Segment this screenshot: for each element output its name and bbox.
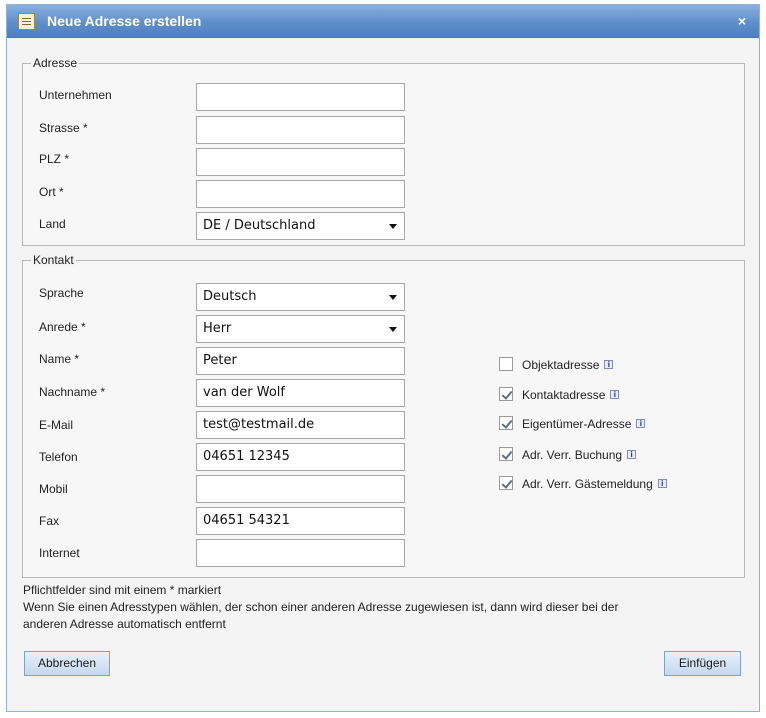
city-input[interactable] xyxy=(196,180,405,208)
mobile-label: Mobil xyxy=(39,482,68,496)
billing-booking-checkbox[interactable] xyxy=(499,447,513,461)
first-name-input[interactable]: Peter xyxy=(196,347,405,375)
country-value: DE / Deutschland xyxy=(203,218,316,233)
email-label: E-Mail xyxy=(39,418,74,432)
city-label: Ort * xyxy=(39,185,64,199)
country-select[interactable]: DE / Deutschland xyxy=(196,212,405,240)
info-icon[interactable]: i xyxy=(636,419,646,428)
object-address-checkbox[interactable] xyxy=(499,357,513,371)
zip-input[interactable] xyxy=(196,148,405,176)
website-label: Internet xyxy=(39,546,80,560)
address-type-note-line1: Wenn Sie einen Adresstypen wählen, der s… xyxy=(23,600,619,614)
address-type-note-line2: anderen Adresse automatisch entfernt xyxy=(23,617,226,631)
company-label: Unternehmen xyxy=(39,88,112,102)
object-address-label: Objektadresse xyxy=(522,358,600,372)
language-select[interactable]: Deutsch xyxy=(196,283,405,311)
dialog-title: Neue Adresse erstellen xyxy=(47,13,202,29)
chevron-down-icon xyxy=(389,327,397,332)
zip-label: PLZ * xyxy=(39,152,70,166)
phone-label: Telefon xyxy=(39,450,78,464)
first-name-label: Name * xyxy=(39,352,80,366)
insert-button[interactable]: Einfügen xyxy=(664,651,741,676)
mobile-input[interactable] xyxy=(196,475,405,503)
new-address-dialog: Neue Adresse erstellen × Adresse Unterne… xyxy=(6,4,760,712)
address-section: Adresse Unternehmen Strasse * PLZ * Ort … xyxy=(22,56,745,246)
cancel-button[interactable]: Abbrechen xyxy=(24,651,110,676)
owner-address-label: Eigentümer-Adresse xyxy=(522,417,632,431)
chevron-down-icon xyxy=(389,295,397,300)
billing-guest-registration-checkbox[interactable] xyxy=(499,476,513,490)
last-name-label: Nachname * xyxy=(39,385,106,399)
salutation-value: Herr xyxy=(203,321,232,336)
required-note: Pflichtfelder sind mit einem * markiert xyxy=(23,583,222,597)
street-input[interactable] xyxy=(196,116,405,144)
salutation-label: Anrede * xyxy=(39,320,86,334)
company-input[interactable] xyxy=(196,83,405,111)
title-bar[interactable]: Neue Adresse erstellen × xyxy=(7,5,759,38)
owner-address-checkbox[interactable] xyxy=(499,416,513,430)
info-icon[interactable]: i xyxy=(610,390,620,399)
website-input[interactable] xyxy=(196,539,405,567)
language-label: Sprache xyxy=(39,286,84,300)
fax-label: Fax xyxy=(39,514,60,528)
last-name-input[interactable]: van der Wolf xyxy=(196,379,405,407)
billing-booking-label: Adr. Verr. Buchung xyxy=(522,448,623,462)
fax-input[interactable]: 04651 54321 xyxy=(196,507,405,535)
notepad-icon xyxy=(18,13,35,30)
address-legend: Adresse xyxy=(31,56,80,70)
contact-address-checkbox[interactable] xyxy=(499,387,513,401)
email-input[interactable]: test@testmail.de xyxy=(196,411,405,439)
info-icon[interactable]: i xyxy=(627,450,637,459)
contact-section: Kontakt Sprache Deutsch Anrede * Herr Na… xyxy=(22,253,745,578)
street-label: Strasse * xyxy=(39,121,88,135)
country-label: Land xyxy=(39,217,66,231)
language-value: Deutsch xyxy=(203,289,257,304)
salutation-select[interactable]: Herr xyxy=(196,315,405,343)
close-icon[interactable]: × xyxy=(734,13,750,29)
contact-legend: Kontakt xyxy=(31,253,76,267)
billing-guest-registration-label: Adr. Verr. Gästemeldung xyxy=(522,477,653,491)
info-icon[interactable]: i xyxy=(604,360,614,369)
phone-input[interactable]: 04651 12345 xyxy=(196,443,405,471)
contact-address-label: Kontaktadresse xyxy=(522,388,606,402)
chevron-down-icon xyxy=(389,224,397,229)
info-icon[interactable]: i xyxy=(657,479,667,488)
